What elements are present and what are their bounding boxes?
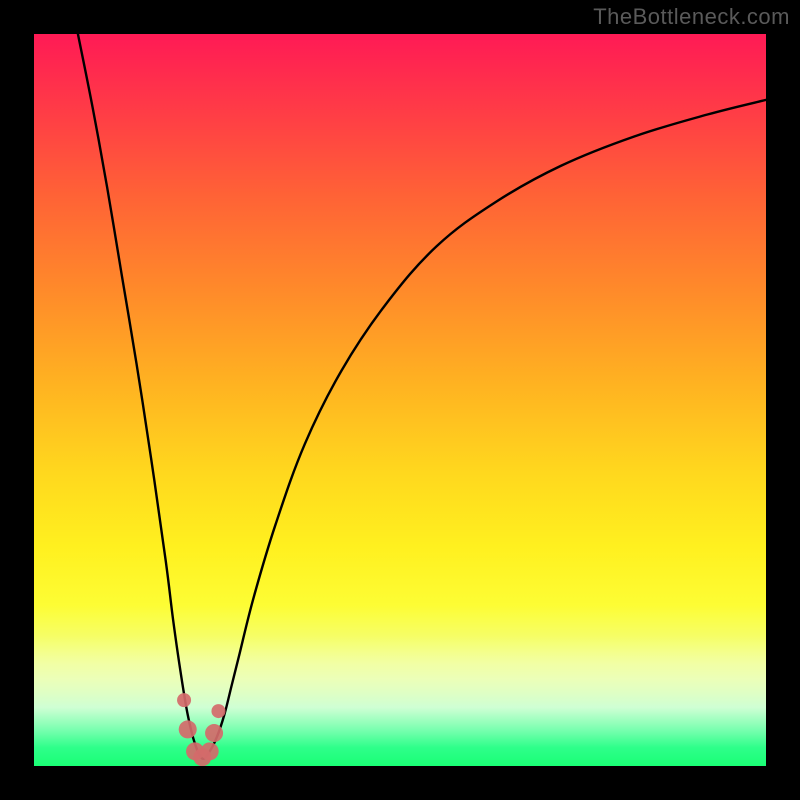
chart-frame: TheBottleneck.com <box>0 0 800 800</box>
highlight-markers <box>34 34 766 766</box>
marker-dot <box>211 704 225 718</box>
marker-dot <box>201 742 219 760</box>
marker-dot <box>179 720 197 738</box>
marker-dot <box>177 693 191 707</box>
watermark-text: TheBottleneck.com <box>593 4 790 30</box>
marker-dot <box>205 724 223 742</box>
plot-area <box>34 34 766 766</box>
